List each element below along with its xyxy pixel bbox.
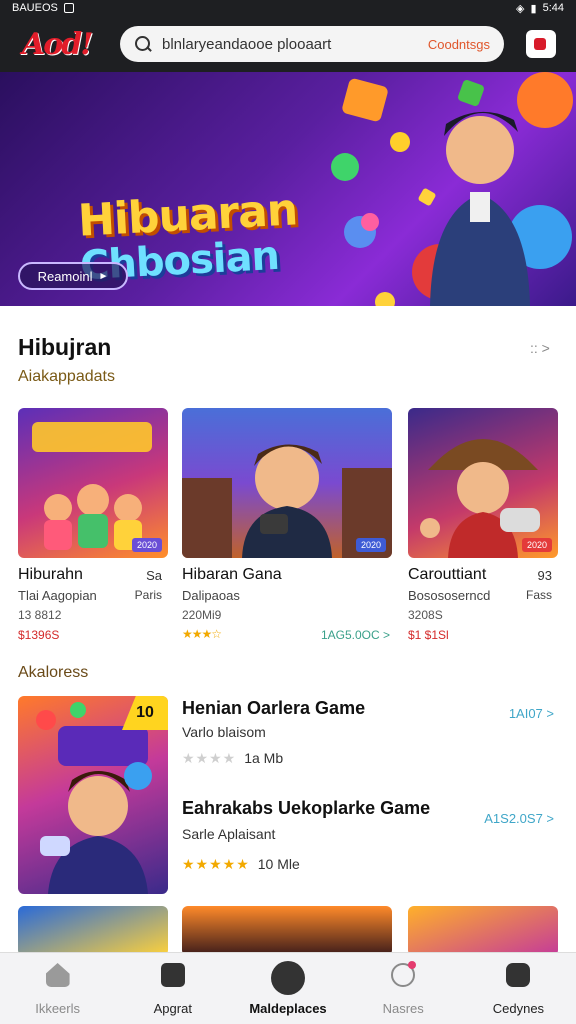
badge: 2020 (355, 538, 386, 552)
game-category: Dalipaoas (182, 588, 240, 603)
game-price: $1 $1Sl (408, 628, 449, 642)
store-icon (271, 961, 305, 995)
game-extra: 93 (537, 568, 552, 583)
section-more-label: :: (530, 340, 538, 356)
nav-label: Cedynes (492, 1001, 545, 1016)
game-category: Bosososerncd (408, 588, 491, 603)
game-thumbnail[interactable]: 2020 (408, 408, 558, 558)
game-art (420, 439, 540, 558)
nav-label: Ikkeerls (35, 1001, 80, 1016)
game-title: Hibaran Gana (182, 566, 282, 583)
game-extra: Sa (146, 568, 162, 583)
section-title-secondary: Akaloress (18, 664, 89, 681)
status-left: BAUEOS (12, 2, 58, 14)
chevron-right-icon[interactable]: :: > (530, 340, 550, 356)
hero-cta-button[interactable]: Reamoinl ► (18, 262, 128, 290)
featured-thumbnail[interactable]: 10 (18, 696, 168, 894)
app-bar: Aod! blnlaryeandaooe plooaart Coodntsgs (0, 16, 576, 72)
game-price: $1396S (18, 628, 60, 642)
list-item-title[interactable]: Eahrakabs Uekoplarke Game (182, 798, 430, 819)
search-icon (134, 35, 152, 53)
list-item-link[interactable]: 1AI07 > (509, 706, 554, 721)
game-card[interactable]: 2020 Hiburahn Sa Tlai Aagopian Paris 13 … (18, 408, 168, 642)
list-item-link[interactable]: A1S2.0S7 > (484, 811, 554, 826)
search-action-button[interactable]: Coodntsgs (428, 37, 490, 52)
game-thumbnail[interactable]: 2020 (18, 408, 168, 558)
nav-store[interactable]: Maldeplaces (230, 953, 345, 1024)
game-category-secondary: Paris (134, 588, 162, 602)
nav-home[interactable]: Ikkeerls (0, 953, 115, 1024)
status-time: 5:44 (542, 2, 564, 14)
game-art (182, 444, 392, 558)
list-item-size: 1a Mb (244, 750, 284, 766)
game-card[interactable]: 2020 Hibaran Gana Dalipaoas 220Mi9 ★★★☆ … (182, 408, 392, 642)
game-title: Hiburahn (18, 566, 83, 583)
app-logo[interactable]: Aod! (22, 28, 93, 62)
nav-label: Maldeplaces (249, 1001, 327, 1016)
wifi-icon: ◈ (516, 2, 525, 15)
hero-cta-label: Reamoinl (37, 268, 93, 284)
list-item-title[interactable]: Henian Oarlera Game (182, 698, 365, 719)
game-meta: 220Mi9 (182, 608, 222, 622)
section-title: Hibujran (18, 334, 112, 360)
nav-label: Apgrat (153, 1001, 192, 1016)
profile-icon (506, 963, 531, 987)
badge: 2020 (131, 538, 162, 552)
game-art (32, 422, 152, 550)
nav-notifications[interactable]: Nasres (346, 953, 461, 1024)
badge: 2020 (521, 538, 552, 552)
section-subtitle: Aiakappadats (18, 368, 115, 385)
game-title: Carouttiant (408, 566, 487, 583)
status-right: ◈ ▮ 5:44 (516, 2, 564, 15)
signal-icon: ▮ (530, 2, 537, 15)
game-category: Tlai Aagopian (18, 588, 97, 603)
game-category-secondary: Fass (525, 588, 552, 602)
list-item-subtitle: Varlo blaisom (182, 724, 266, 740)
nav-games[interactable]: Apgrat (115, 953, 230, 1024)
rating-stars: ★★★☆ (182, 627, 222, 641)
game-thumbnail[interactable] (408, 906, 558, 956)
cart-icon[interactable] (526, 30, 556, 58)
game-meta: 3208S (408, 608, 443, 622)
rating-stars: ★★★★★ 10 Mle (182, 856, 300, 872)
bottom-nav: Ikkeerls Apgrat Maldeplaces Nasres Cedyn… (0, 952, 576, 1024)
search-bar[interactable]: blnlaryeandaooe plooaart Coodntsgs (120, 26, 504, 62)
home-icon (45, 963, 70, 987)
game-link[interactable]: 1AG5.0OC > (321, 628, 390, 642)
game-thumbnail[interactable]: 2020 (182, 408, 392, 558)
game-thumbnail[interactable] (18, 906, 168, 956)
list-item-size: 10 Mle (257, 856, 300, 872)
list-item-subtitle: Sarle Aplaisant (182, 826, 276, 842)
arrow-right-icon: ► (98, 270, 109, 282)
notification-dot (407, 961, 416, 969)
nav-label: Nasres (382, 1001, 424, 1016)
game-meta: 13 8812 (18, 608, 62, 622)
gamepad-icon (160, 963, 185, 987)
rating-stars: ★★★★ 1a Mb (182, 750, 284, 766)
screenshot-icon (63, 3, 74, 13)
search-input[interactable]: blnlaryeandaooe plooaart (162, 36, 422, 53)
nav-profile[interactable]: Cedynes (461, 953, 576, 1024)
game-thumbnail[interactable] (182, 906, 392, 956)
game-card[interactable]: 2020 Carouttiant 93 Bosososerncd Fass 32… (408, 408, 558, 642)
status-bar: BAUEOS ◈ ▮ 5:44 (0, 0, 576, 16)
